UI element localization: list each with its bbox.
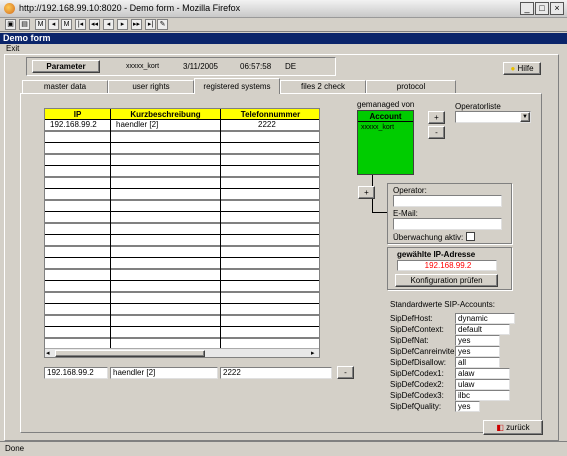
remove-account-button[interactable]: - — [428, 126, 445, 139]
sip-input-quality[interactable]: yes — [455, 401, 480, 412]
sip-input-context[interactable]: default — [455, 324, 510, 335]
add-operator-button[interactable]: + — [358, 186, 375, 199]
first-record-icon[interactable]: M — [35, 19, 46, 30]
toolbar: ▣ ▤ M ◂ M |◂ ◂◂ ◂ ▸ ▸▸ ▸| ✎ — [0, 18, 567, 32]
sip-input-codex2[interactable]: ulaw — [455, 379, 510, 390]
sip-label-quality: SipDefQuality: — [390, 402, 442, 411]
cell-ip: 192.168.99.2 — [50, 120, 97, 129]
sip-label-canreinvite: SipDefCanreinvite: — [390, 347, 457, 356]
sip-label-codex2: SipDefCodex2: — [390, 380, 444, 389]
tab-protocol[interactable]: protocol — [366, 80, 456, 93]
sip-input-codex1[interactable]: alaw — [455, 368, 510, 379]
managed-label: gemanaged von — [357, 100, 415, 109]
app-header: Demo form — [0, 33, 567, 44]
remove-system-button[interactable]: - — [337, 366, 354, 379]
tab-files-2-check[interactable]: files 2 check — [280, 80, 366, 93]
description-input[interactable]: haendler [2] — [110, 367, 218, 379]
rewind-icon[interactable]: ◂◂ — [89, 19, 100, 30]
sip-input-disallow[interactable]: all — [455, 357, 500, 368]
monitor-checkbox[interactable] — [466, 232, 475, 241]
scroll-right-icon[interactable]: ▸ — [311, 350, 319, 357]
back-icon: ◧ — [496, 423, 504, 432]
sip-label-host: SipDefHost: — [390, 314, 433, 323]
email-input[interactable] — [393, 218, 502, 230]
help-button[interactable]: ● Hilfe — [503, 62, 541, 75]
column-header-ip[interactable]: IP — [45, 109, 111, 120]
prev-page-icon[interactable]: ◂ — [48, 19, 59, 30]
first-page-icon[interactable]: |◂ — [75, 19, 86, 30]
column-header-phone[interactable]: Telefonnummer — [221, 109, 319, 120]
tab-user-rights[interactable]: user rights — [108, 80, 194, 93]
close-button[interactable]: × — [550, 2, 564, 15]
account-header: Account — [358, 111, 413, 122]
param-lang: DE — [285, 62, 297, 71]
sip-label-codex1: SipDefCodex1: — [390, 369, 444, 378]
minimize-button[interactable]: _ — [520, 2, 534, 15]
account-list[interactable]: Account xxxxx_kort — [357, 110, 414, 175]
sip-input-nat[interactable]: yes — [455, 335, 500, 346]
parameter-button[interactable]: Parameter — [32, 60, 100, 73]
save-icon[interactable]: ▣ — [5, 19, 16, 30]
tab-registered-systems[interactable]: registered systems — [194, 78, 280, 94]
grid-scrollbar[interactable]: ◂ ▸ — [45, 348, 319, 357]
next-icon[interactable]: ▸ — [117, 19, 128, 30]
chevron-down-icon[interactable]: ▼ — [520, 112, 530, 122]
sip-input-host[interactable]: dynamic — [455, 313, 515, 324]
last-icon[interactable]: ▸| — [145, 19, 156, 30]
sip-label-nat: SipDefNat: — [390, 336, 429, 345]
edit-icon[interactable]: ✎ — [157, 19, 168, 30]
cell-description: haendler [2] — [116, 120, 159, 129]
scroll-left-icon[interactable]: ◂ — [46, 350, 54, 357]
scroll-thumb[interactable] — [55, 350, 205, 357]
window-title: http://192.168.99.10:8020 - Demo form - … — [19, 3, 241, 13]
first-icon[interactable]: M — [61, 19, 72, 30]
email-label: E-Mail: — [393, 209, 418, 218]
ip-group-title: gewählte IP-Adresse — [397, 250, 476, 259]
check-config-button[interactable]: Konfiguration prüfen — [395, 274, 498, 287]
sip-label-codex3: SipDefCodex3: — [390, 391, 444, 400]
back-label: zurück — [506, 423, 530, 432]
operator-input[interactable] — [393, 195, 502, 207]
param-date: 3/11/2005 — [183, 62, 218, 71]
prev-icon[interactable]: ◂ — [103, 19, 114, 30]
column-header-description[interactable]: Kurzbeschreibung — [111, 109, 221, 120]
firefox-icon — [4, 3, 15, 14]
menu-exit[interactable]: Exit — [0, 44, 567, 53]
sip-label-context: SipDefContext: — [390, 325, 444, 334]
window-titlebar: http://192.168.99.10:8020 - Demo form - … — [0, 0, 567, 18]
help-icon: ● — [510, 64, 516, 73]
status-bar: Done — [0, 441, 567, 456]
grid-lines — [45, 120, 319, 348]
maximize-button[interactable]: □ — [535, 2, 549, 15]
systems-grid[interactable]: IP Kurzbeschreibung Telefonnummer 192.16… — [44, 108, 320, 358]
sip-title: Standardwerte SIP-Accounts: — [390, 300, 495, 309]
tab-master-data[interactable]: master data — [22, 80, 108, 93]
sip-input-codex3[interactable]: ilbc — [455, 390, 510, 401]
cell-phone: 2222 — [258, 120, 276, 129]
selected-ip-value: 192.168.99.2 — [397, 260, 497, 271]
table-row[interactable]: 192.168.99.2 haendler [2] 2222 — [45, 120, 319, 130]
operator-list-label: Operatorliste — [455, 102, 501, 111]
forward-icon[interactable]: ▸▸ — [131, 19, 142, 30]
param-time: 06:57:58 — [240, 62, 272, 71]
account-row[interactable]: xxxxx_kort — [358, 123, 413, 132]
help-label: Hilfe — [517, 64, 534, 73]
print-icon[interactable]: ▤ — [19, 19, 30, 30]
operator-label: Operator: — [393, 186, 427, 195]
monitor-label: Überwachung aktiv: — [393, 233, 464, 242]
connector-line-h — [372, 212, 387, 213]
ip-input[interactable]: 192.168.99.2 — [44, 367, 108, 379]
phone-input[interactable]: 2222 — [220, 367, 332, 379]
sip-label-disallow: SipDefDisallow: — [390, 358, 447, 367]
back-button[interactable]: ◧ zurück — [483, 420, 543, 435]
sip-input-canreinvite[interactable]: yes — [455, 346, 500, 357]
param-user: xxxxx_kort — [126, 63, 160, 70]
add-account-button[interactable]: + — [428, 111, 445, 124]
